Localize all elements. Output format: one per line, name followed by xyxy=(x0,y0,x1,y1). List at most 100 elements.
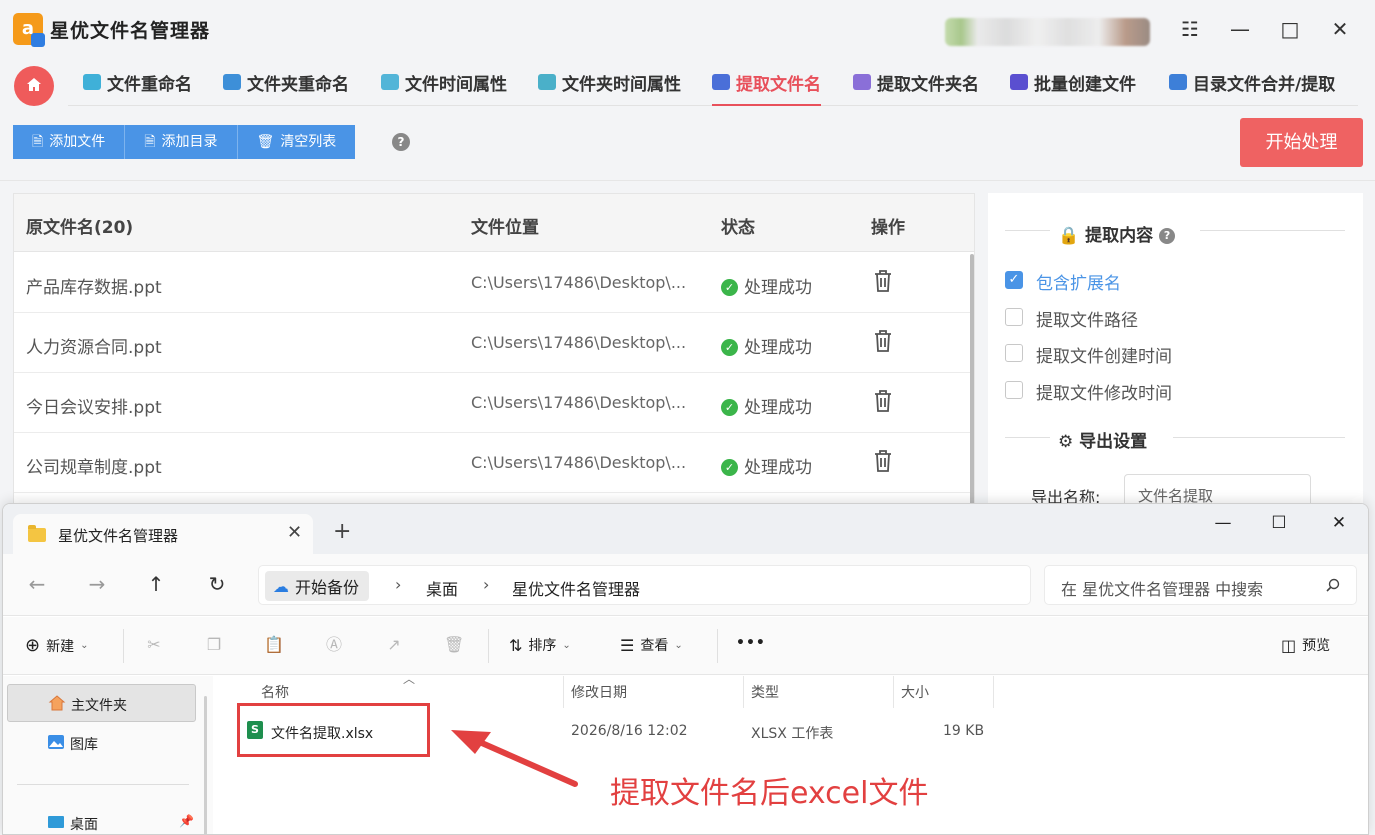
preview-button[interactable]: ◫ 预览 xyxy=(1281,635,1330,655)
header-location: 文件位置 xyxy=(471,218,539,238)
extract-modified-checkbox[interactable] xyxy=(1005,381,1023,399)
document-icon: 🗎 xyxy=(32,134,44,150)
tab-folder-rename[interactable]: 文件夹重命名 xyxy=(223,70,349,106)
options-panel: 🔒 提取内容 ? ✓ 包含扩展名 提取文件路径 提取文件创建时间 提取文件修改时… xyxy=(988,193,1363,514)
extract-path-label[interactable]: 提取文件路径 xyxy=(1036,306,1138,331)
extract-created-label[interactable]: 提取文件创建时间 xyxy=(1036,342,1172,367)
address-bar-row: ← → ↑ ↻ ☁ 开始备份 › 桌面 › 星优文件名管理器 在 星优文件名管理… xyxy=(3,554,1368,616)
maximize-icon[interactable]: □ xyxy=(1277,16,1303,42)
column-type[interactable]: 类型 xyxy=(751,682,779,702)
tab-dir-merge[interactable]: 目录文件合并/提取 xyxy=(1169,70,1335,106)
delete-icon[interactable]: 🗑 xyxy=(444,635,464,655)
copy-icon[interactable]: ❐ xyxy=(204,635,224,655)
minimize-icon[interactable]: — xyxy=(1208,513,1238,533)
column-divider[interactable] xyxy=(563,676,564,708)
tab-extract-filename[interactable]: 提取文件名 xyxy=(712,70,821,106)
pin-icon[interactable]: 📌 xyxy=(179,814,194,828)
start-processing-button[interactable]: 开始处理 xyxy=(1240,118,1363,167)
cut-icon[interactable]: ✂ xyxy=(144,635,164,655)
chevron-down-icon: ⌄ xyxy=(80,640,89,651)
search-input[interactable]: 在 星优文件名管理器 中搜索 xyxy=(1044,565,1357,605)
maximize-icon[interactable]: ☐ xyxy=(1264,513,1294,533)
explorer-tab-title: 星优文件名管理器 xyxy=(58,527,179,545)
close-icon[interactable]: ✕ xyxy=(1324,513,1354,533)
delete-icon[interactable] xyxy=(872,389,894,413)
extract-path-checkbox[interactable] xyxy=(1005,308,1023,326)
nav-scrollbar[interactable] xyxy=(204,696,207,834)
breadcrumb-root[interactable]: ☁ 开始备份 xyxy=(265,571,370,601)
table-scrollbar[interactable] xyxy=(970,254,974,514)
check-circle-icon: ✓ xyxy=(721,399,738,416)
forward-icon[interactable]: → xyxy=(85,573,109,595)
table-row[interactable]: 公司规章制度.ppt C:\Users\17486\Desktop\... ✓ 处… xyxy=(14,433,974,493)
minimize-icon[interactable]: — xyxy=(1227,16,1253,42)
column-divider[interactable] xyxy=(893,676,894,708)
table-row[interactable]: 产品库存数据.ppt C:\Users\17486\Desktop\... ✓ 处… xyxy=(14,253,974,313)
column-size[interactable]: 大小 xyxy=(901,682,929,702)
tab-file-time[interactable]: 文件时间属性 xyxy=(381,70,507,106)
delete-icon[interactable] xyxy=(872,269,894,293)
breadcrumb-desktop[interactable]: 桌面 xyxy=(426,576,458,600)
sort-button[interactable]: ⇅ 排序 ⌄ xyxy=(509,635,571,655)
include-extension-checkbox[interactable]: ✓ xyxy=(1005,271,1023,289)
add-dir-button[interactable]: 🗎 添加目录 xyxy=(125,125,238,159)
table-row[interactable]: 人力资源合同.ppt C:\Users\17486\Desktop\... ✓ 处… xyxy=(14,313,974,373)
tab-extract-foldername[interactable]: 提取文件夹名 xyxy=(853,70,979,106)
row-name: 公司规章制度.ppt xyxy=(26,458,162,478)
tab-folder-time[interactable]: 文件夹时间属性 xyxy=(538,70,681,106)
user-avatar-blurred[interactable] xyxy=(945,18,1150,46)
add-file-button[interactable]: 🗎 添加文件 xyxy=(13,125,126,159)
gallery-icon xyxy=(48,735,64,749)
nav-item-home[interactable]: 主文件夹 xyxy=(7,684,196,722)
export-settings-title: ⚙ 导出设置 xyxy=(1058,432,1148,452)
section-divider xyxy=(1200,230,1345,231)
help-icon[interactable]: ? xyxy=(392,133,410,151)
share-icon[interactable]: ↗ xyxy=(384,635,404,655)
extract-modified-label[interactable]: 提取文件修改时间 xyxy=(1036,379,1172,404)
up-icon[interactable]: ↑ xyxy=(144,573,168,595)
tab-batch-create[interactable]: 批量创建文件 xyxy=(1010,70,1136,106)
address-bar[interactable]: ☁ 开始备份 › 桌面 › 星优文件名管理器 xyxy=(258,565,1031,605)
row-name: 产品库存数据.ppt xyxy=(26,278,162,298)
file-size: 19 KB xyxy=(943,723,985,739)
file-toolbar: 🗎 添加文件 🗎 添加目录 🗑 清空列表 xyxy=(13,125,356,159)
view-button[interactable]: ☰ 查看 ⌄ xyxy=(620,635,683,655)
rename-icon[interactable]: Ⓐ xyxy=(324,635,344,655)
include-extension-label[interactable]: 包含扩展名 xyxy=(1036,269,1121,294)
new-button[interactable]: ⊕ 新建 ⌄ xyxy=(25,635,88,656)
delete-icon[interactable] xyxy=(872,449,894,473)
tab-file-rename[interactable]: 文件重命名 xyxy=(83,70,192,106)
explorer-tab[interactable]: 星优文件名管理器 ✕ xyxy=(13,514,313,554)
more-options-button[interactable]: ••• xyxy=(736,635,766,651)
extract-filename-icon xyxy=(712,74,730,90)
clear-list-button[interactable]: 🗑 清空列表 xyxy=(237,125,356,159)
breadcrumb-current[interactable]: 星优文件名管理器 xyxy=(512,576,640,600)
paste-icon[interactable]: 📋 xyxy=(264,635,284,655)
column-divider[interactable] xyxy=(743,676,744,708)
row-status: ✓ 处理成功 xyxy=(721,393,812,418)
delete-icon[interactable] xyxy=(872,329,894,353)
column-name[interactable]: 名称 xyxy=(261,682,289,702)
nav-item-desktop[interactable]: 桌面 📌 xyxy=(7,804,196,834)
extract-foldername-icon xyxy=(853,74,871,90)
home-button[interactable] xyxy=(14,66,54,106)
nav-item-gallery[interactable]: 图库 xyxy=(7,724,196,762)
close-tab-icon[interactable]: ✕ xyxy=(287,522,302,543)
refresh-icon[interactable]: ↻ xyxy=(205,573,229,595)
command-separator xyxy=(123,629,124,663)
extract-created-checkbox[interactable] xyxy=(1005,344,1023,362)
folder-icon xyxy=(28,525,46,542)
table-row[interactable]: 今日会议安排.ppt C:\Users\17486\Desktop\... ✓ 处… xyxy=(14,373,974,433)
home-icon xyxy=(48,695,66,711)
settings-icon[interactable]: ☷ xyxy=(1177,16,1203,42)
annotation-arrow xyxy=(451,730,578,787)
column-divider[interactable] xyxy=(993,676,994,708)
back-icon[interactable]: ← xyxy=(25,573,49,595)
close-icon[interactable]: ✕ xyxy=(1327,16,1353,42)
home-icon xyxy=(27,78,41,91)
help-icon[interactable]: ? xyxy=(1159,228,1176,244)
chevron-right-icon: › xyxy=(483,575,490,594)
new-tab-button[interactable]: + xyxy=(333,521,351,543)
row-name: 今日会议安排.ppt xyxy=(26,398,162,418)
column-modified[interactable]: 修改日期 xyxy=(571,682,627,702)
